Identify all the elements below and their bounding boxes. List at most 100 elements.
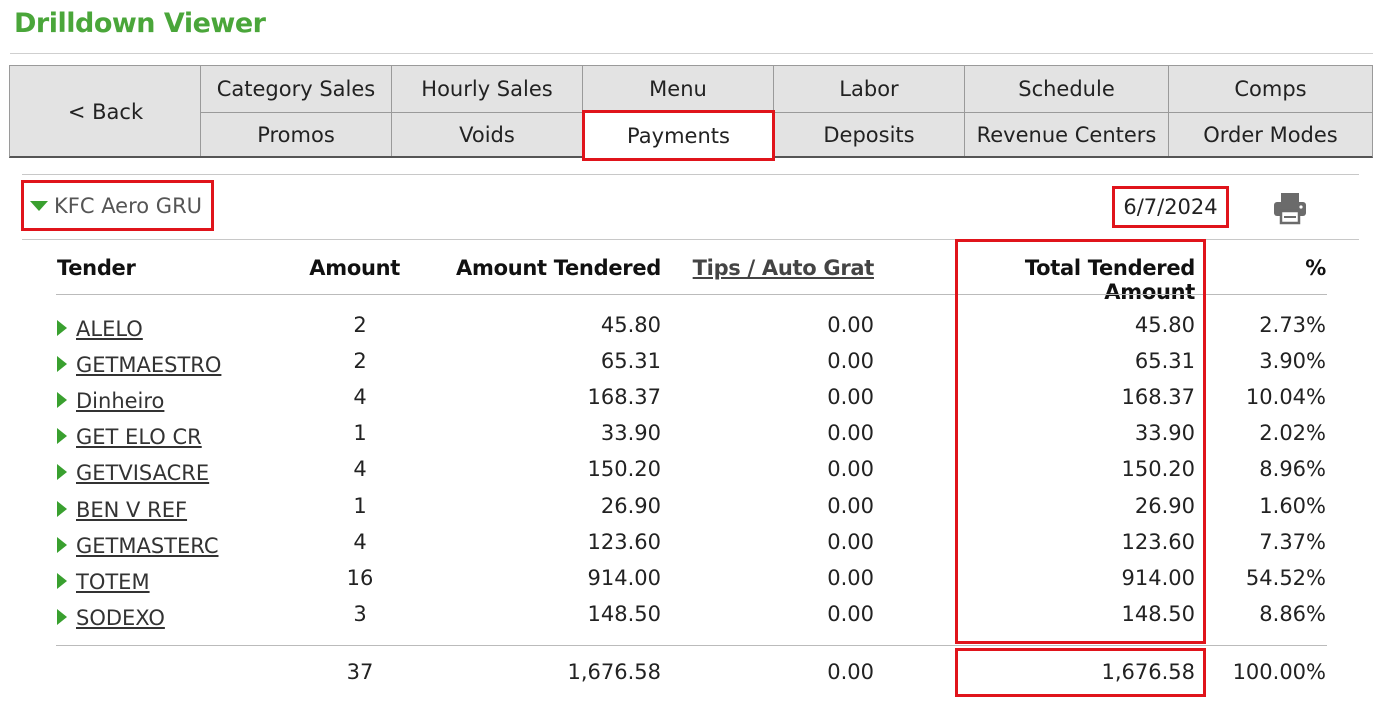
printer-icon[interactable] [1272,190,1308,226]
tab-order-modes[interactable]: Order Modes [1169,113,1372,157]
section-divider [22,239,1359,240]
tab-deposits[interactable]: Deposits [774,113,964,157]
cell-tips: 0.00 [827,566,874,590]
cell-amount-tendered: 33.90 [600,421,661,445]
cell-amount-tendered: 26.90 [600,494,661,518]
tab-hourly-sales[interactable]: Hourly Sales [392,66,582,112]
store-name: KFC Aero GRU [54,193,203,218]
cell-amount: 4 [353,385,367,409]
triangle-down-icon [30,200,48,211]
tab-promos[interactable]: Promos [201,113,391,157]
tab-menu[interactable]: Menu [583,66,773,112]
triangle-right-icon[interactable] [57,609,67,625]
page-title: Drilldown Viewer [14,8,266,39]
cell-total: 148.50 [1121,602,1195,626]
report-date: 6/7/2024 [1112,186,1229,228]
cell-total: 168.37 [1121,385,1195,409]
total-amount-tendered: 1,676.58 [567,660,661,684]
cell-amount-tendered: 148.50 [587,602,661,626]
tender-link[interactable]: ALELO [76,317,143,341]
tab-payments[interactable]: Payments [582,110,775,161]
col-header-percent: % [1305,256,1326,280]
tender-link[interactable]: GETMASTERC [76,534,219,558]
table-row: BEN V REF 1 26.90 0.00 26.90 1.60% [0,494,1379,530]
section-divider-top [22,174,1359,175]
col-header-tips-link[interactable]: Tips / Auto Grat [680,256,875,280]
cell-amount-tendered: 45.80 [600,313,661,337]
tender-link[interactable]: Dinheiro [76,389,164,413]
cell-total: 150.20 [1121,457,1195,481]
col-header-total-tendered: Total Tendered Amount [1024,256,1195,304]
cell-total: 45.80 [1134,313,1195,337]
tender-link[interactable]: TOTEM [76,570,150,594]
tab-revenue-centers[interactable]: Revenue Centers [965,113,1168,157]
tab-comps[interactable]: Comps [1169,66,1372,112]
triangle-right-icon[interactable] [57,392,67,408]
triangle-right-icon[interactable] [57,464,67,480]
cell-total: 914.00 [1121,566,1195,590]
table-row: GETVISACRE 4 150.20 0.00 150.20 8.96% [0,457,1379,493]
table-row: GETMAESTRO 2 65.31 0.00 65.31 3.90% [0,349,1379,385]
cell-tips: 0.00 [827,530,874,554]
col-header-amount-tendered: Amount Tendered [456,256,661,280]
tender-link[interactable]: SODEXO [76,606,165,630]
tender-link[interactable]: BEN V REF [76,498,187,522]
tab-schedule[interactable]: Schedule [965,66,1168,112]
total-amount: 37 [346,660,374,684]
cell-amount: 16 [346,566,374,590]
table-row: GETMASTERC 4 123.60 0.00 123.60 7.37% [0,530,1379,566]
triangle-right-icon[interactable] [57,573,67,589]
cell-amount-tendered: 168.37 [587,385,661,409]
triangle-right-icon[interactable] [57,320,67,336]
cell-total: 123.60 [1121,530,1195,554]
tab-labor[interactable]: Labor [774,66,964,112]
cell-total: 26.90 [1134,494,1195,518]
cell-percent: 10.04% [1245,385,1326,409]
col-header-tender: Tender [57,256,136,280]
totals-row: 37 1,676.58 0.00 1,676.58 100.00% [0,660,1379,696]
cell-percent: 3.90% [1259,349,1326,373]
tab-voids[interactable]: Voids [392,113,582,157]
cell-amount: 2 [353,349,367,373]
table-row: Dinheiro 4 168.37 0.00 168.37 10.04% [0,385,1379,421]
back-button[interactable]: < Back [10,66,201,157]
triangle-right-icon[interactable] [57,428,67,444]
total-tendered-amount: 1,676.58 [1101,660,1195,684]
col-header-amount: Amount [309,256,400,280]
cell-percent: 1.60% [1259,494,1326,518]
cell-tips: 0.00 [827,349,874,373]
cell-amount-tendered: 914.00 [587,566,661,590]
tender-link[interactable]: GET ELO CR [76,425,202,449]
cell-amount: 3 [353,602,367,626]
store-toggle[interactable]: KFC Aero GRU [21,180,214,231]
table-row: SODEXO 3 148.50 0.00 148.50 8.86% [0,602,1379,638]
cell-total: 65.31 [1134,349,1195,373]
cell-amount-tendered: 150.20 [587,457,661,481]
cell-amount: 1 [353,421,367,445]
cell-tips: 0.00 [827,421,874,445]
cell-total: 33.90 [1134,421,1195,445]
totals-divider [56,645,1327,646]
cell-tips: 0.00 [827,602,874,626]
table-row: ALELO 2 45.80 0.00 45.80 2.73% [0,313,1379,349]
cell-tips: 0.00 [827,385,874,409]
cell-percent: 2.73% [1259,313,1326,337]
triangle-right-icon[interactable] [57,356,67,372]
tender-link[interactable]: GETVISACRE [76,461,209,485]
cell-percent: 7.37% [1259,530,1326,554]
cell-tips: 0.00 [827,457,874,481]
cell-amount: 2 [353,313,367,337]
total-tips: 0.00 [827,660,874,684]
triangle-right-icon[interactable] [57,501,67,517]
cell-percent: 54.52% [1245,566,1326,590]
cell-tips: 0.00 [827,313,874,337]
tab-category-sales[interactable]: Category Sales [201,66,391,112]
tender-link[interactable]: GETMAESTRO [76,353,221,377]
title-divider [10,53,1373,54]
cell-percent: 8.96% [1259,457,1326,481]
cell-amount: 1 [353,494,367,518]
cell-amount: 4 [353,530,367,554]
table-row: TOTEM 16 914.00 0.00 914.00 54.52% [0,566,1379,602]
triangle-right-icon[interactable] [57,537,67,553]
cell-percent: 8.86% [1259,602,1326,626]
